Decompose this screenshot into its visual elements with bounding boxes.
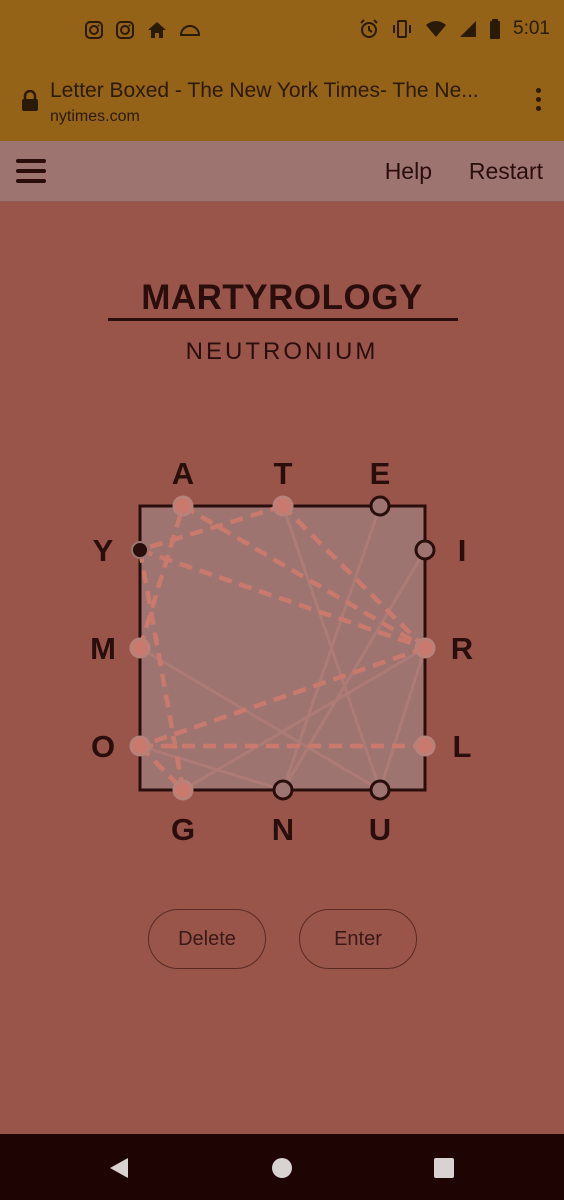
word-underline (108, 318, 458, 321)
page-title[interactable]: Letter Boxed - The New York Times- The N… (50, 79, 490, 103)
instagram-icon (85, 21, 103, 39)
help-button[interactable]: Help (385, 158, 432, 185)
enter-button[interactable]: Enter (299, 909, 417, 969)
letter-left-2[interactable]: M (90, 631, 116, 666)
dot-u[interactable] (369, 779, 391, 801)
menu-icon[interactable] (16, 159, 46, 183)
letter-top-2[interactable]: T (274, 456, 293, 491)
dot-g[interactable] (172, 779, 194, 801)
instagram-icon (116, 21, 134, 39)
dot-o[interactable] (129, 735, 151, 757)
dot-m[interactable] (129, 637, 151, 659)
dot-r[interactable] (414, 637, 436, 659)
dot-t[interactable] (272, 495, 294, 517)
restart-button[interactable]: Restart (469, 158, 543, 185)
dot-y[interactable] (131, 541, 149, 559)
letter-bottom-1[interactable]: G (171, 812, 195, 847)
current-word: MARTYROLOGY (141, 278, 423, 317)
next-word: NEUTRONIUM (185, 338, 379, 365)
letter-left-1[interactable]: Y (93, 533, 114, 568)
dot-l[interactable] (414, 735, 436, 757)
vibrate-icon (393, 20, 412, 38)
dot-n[interactable] (272, 779, 294, 801)
dot-e[interactable] (369, 495, 391, 517)
letter-right-3[interactable]: L (453, 729, 472, 764)
home-icon (148, 22, 166, 38)
recents-icon[interactable] (433, 1157, 455, 1179)
dot-i[interactable] (414, 539, 436, 561)
wifi-icon (426, 21, 447, 37)
status-time: 5:01 (513, 18, 550, 39)
page-domain[interactable]: nytimes.com (50, 108, 140, 126)
letter-top-1[interactable]: A (172, 456, 194, 491)
alarm-icon (360, 19, 378, 38)
letter-bottom-3[interactable]: U (369, 812, 391, 847)
cloud-icon (179, 25, 201, 36)
lock-icon (22, 90, 38, 111)
back-icon[interactable] (108, 1157, 130, 1179)
dot-a[interactable] (172, 495, 194, 517)
letter-bottom-2[interactable]: N (272, 812, 294, 847)
delete-button[interactable]: Delete (148, 909, 266, 969)
status-bar: 5:01 (0, 0, 564, 62)
system-nav-bar (0, 1134, 564, 1200)
letter-box-board: A T E I R L G N U Y M O (90, 456, 473, 847)
battery-icon (490, 19, 501, 39)
letter-left-3[interactable]: O (91, 729, 115, 764)
letter-right-1[interactable]: I (458, 533, 467, 568)
more-options-icon[interactable] (534, 88, 542, 114)
letter-top-3[interactable]: E (370, 456, 391, 491)
letter-right-2[interactable]: R (451, 631, 473, 666)
signal-icon (460, 21, 477, 37)
home-button-icon[interactable] (271, 1157, 293, 1179)
